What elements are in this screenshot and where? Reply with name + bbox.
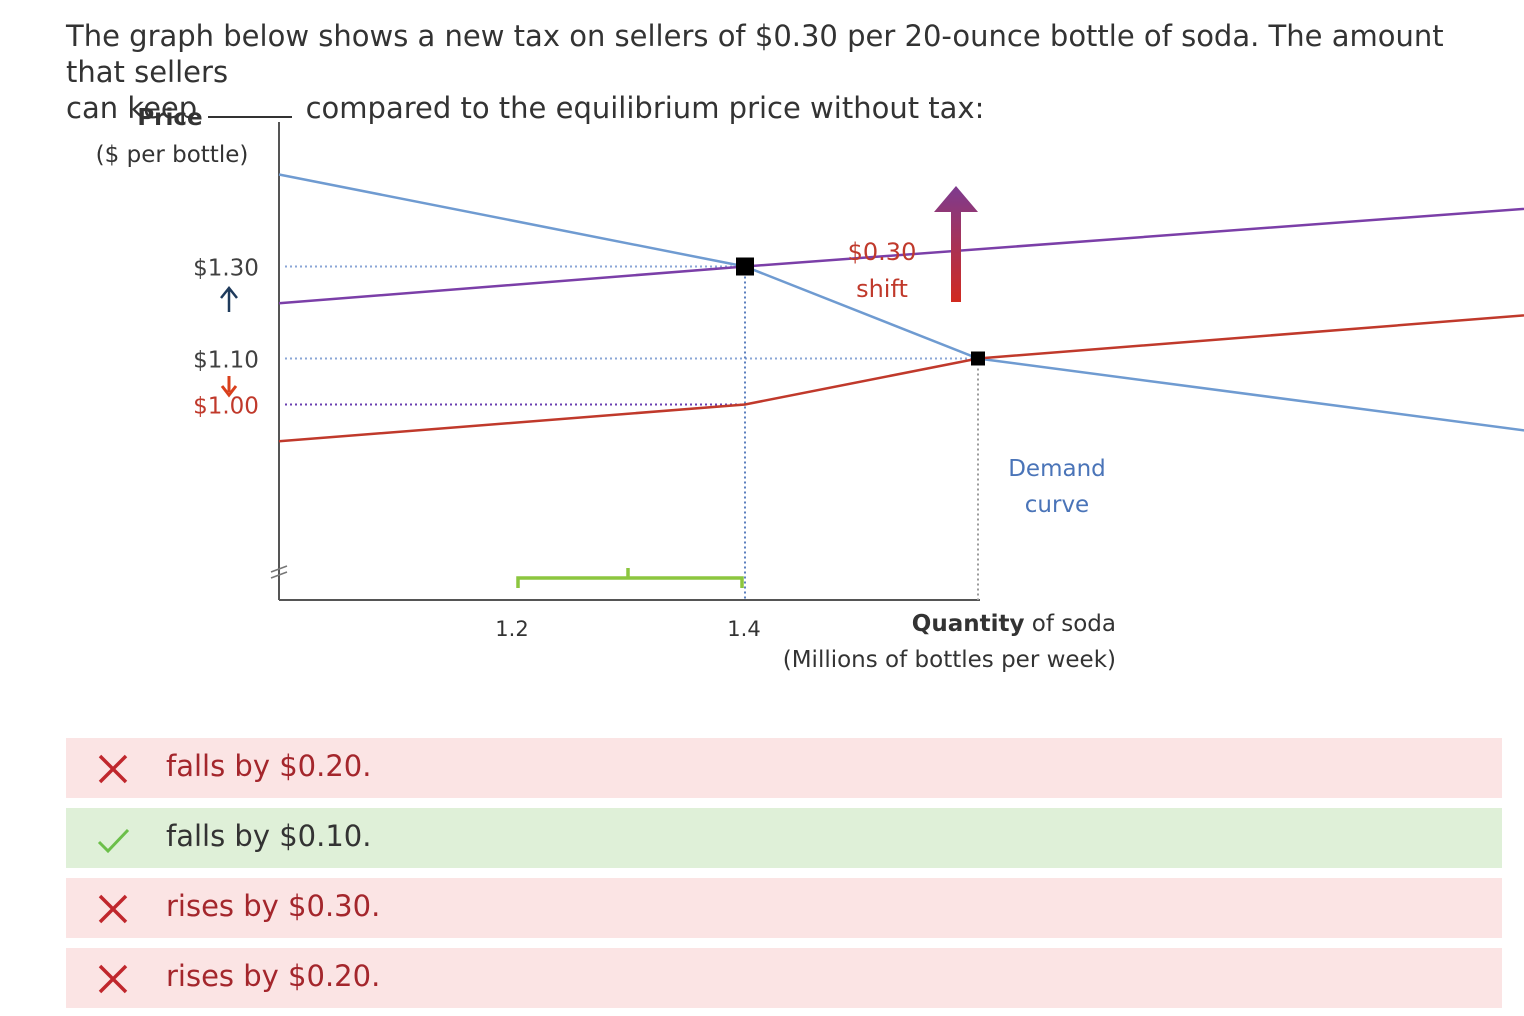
shift-arrow-icon [934,186,978,302]
y-axis-title: Price [137,105,202,131]
answer-option-label: falls by $0.10. [166,819,372,853]
cross-icon [98,964,128,994]
x-axis-title: Quantity of soda [912,611,1116,637]
answer-option-4[interactable]: rises by $0.20. [66,948,1502,1008]
equilibrium-point-1 [736,257,754,276]
tax-graph: Price ($ per bottle) $1.30 $1.10 $1.00 1.2… [96,105,1524,673]
curves [278,173,1524,443]
shift-word-label: shift [856,275,908,303]
down-arrow-icon [220,376,238,398]
y-tick-110: $1.10 [193,348,259,374]
demand-label: Demand [1008,456,1106,482]
y-tick-130: $1.30 [193,256,259,282]
supply-original-curve [278,314,1524,443]
answer-option-3[interactable]: rises by $0.30. [66,878,1502,938]
quantity-change-bracket [516,568,744,588]
x-tick-1-4: 1.4 [727,617,760,641]
answer-option-label: falls by $0.20. [166,749,372,783]
demand-curve [278,173,1524,432]
cross-icon [98,894,128,924]
answer-option-1[interactable]: falls by $0.20. [66,738,1502,798]
shift-amount-label: $0.30 [848,238,917,266]
x-axis-title-rest: of soda [1024,611,1116,637]
x-tick-1-2: 1.2 [495,617,528,641]
answer-option-2[interactable]: falls by $0.10. [66,808,1502,868]
cross-icon [98,754,128,784]
answer-option-label: rises by $0.20. [166,959,381,993]
answer-option-label: rises by $0.30. [166,889,381,923]
y-tick-100: $1.00 [193,394,259,420]
up-arrow-icon [220,285,238,312]
y-tick-labels: $1.30 $1.10 $1.00 [193,256,259,420]
y-axis-unit: ($ per bottle) [96,142,249,168]
equilibrium-point-2 [971,351,985,366]
check-icon [97,828,130,854]
x-axis-unit: (Millions of bottles per week) [783,647,1116,673]
x-axis-title-bold: Quantity [912,611,1025,637]
demand-label-curve: curve [1025,492,1089,518]
